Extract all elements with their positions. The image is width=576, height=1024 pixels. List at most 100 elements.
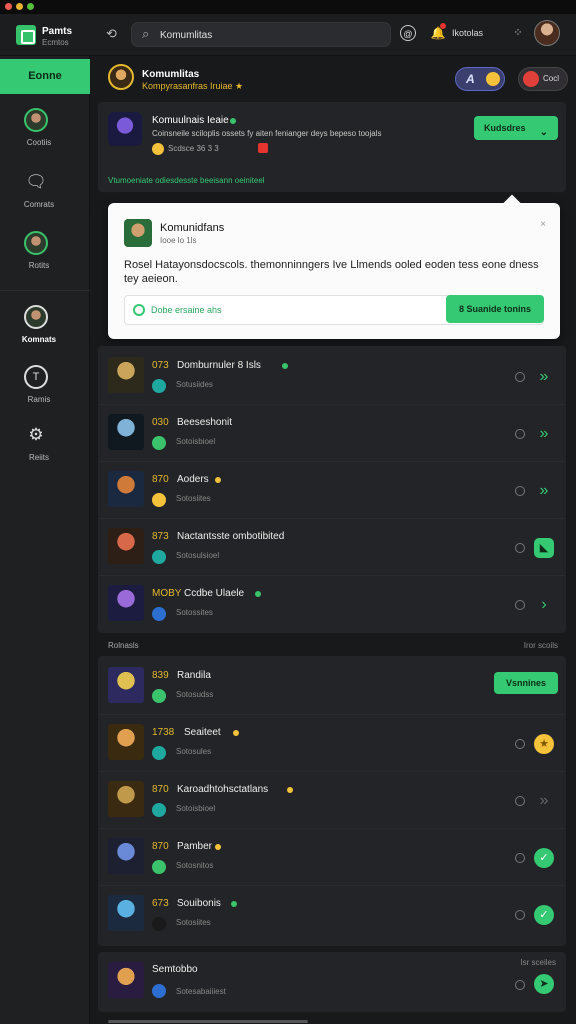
badge-icon <box>150 491 168 509</box>
double-chevron-icon[interactable]: » <box>534 367 554 387</box>
double-chevron-icon[interactable]: » <box>534 424 554 444</box>
room-subtitle: Kompyrasanfras Iruiae ★ <box>142 81 244 91</box>
badge-icon <box>150 687 168 705</box>
search-input[interactable] <box>160 27 380 43</box>
top-bar: Pamts Ecmtos ⟲ ⌕ @ 🔔 Ikotolas ⁘ <box>0 14 576 56</box>
sidebar-item-komnats[interactable]: Komnats <box>0 305 90 361</box>
profile-pill-b[interactable]: Cocl <box>518 67 568 91</box>
section-right-link[interactable]: Iror scoils <box>524 641 558 650</box>
user-avatar[interactable] <box>534 20 560 46</box>
thumbnail <box>108 962 144 998</box>
row-name[interactable]: Semtobbo <box>152 964 198 975</box>
emoji-icon <box>486 72 500 86</box>
app-logo-icon[interactable] <box>16 25 36 45</box>
badge-icon <box>150 377 168 395</box>
flag-icon <box>258 143 268 153</box>
row-radio[interactable] <box>515 429 525 439</box>
list-item[interactable]: MOBY Ccdbe Ulaele Sotossites › <box>98 576 566 633</box>
thumbnail <box>108 895 144 931</box>
list-item[interactable]: 1738 Seaiteet Sotosules ★ <box>98 715 566 772</box>
sidebar-item-comrats[interactable]: 🗨 Comrats <box>0 170 90 226</box>
status-dot <box>214 844 221 850</box>
sidebar-item-cootiis[interactable]: Cootiis <box>0 108 90 164</box>
sidebar-item-ramis[interactable]: T Ramis <box>0 365 90 421</box>
row-number: 870 <box>152 784 169 795</box>
chat-bubble-icon[interactable]: ◣ <box>534 538 554 558</box>
row-subtitle: Sotosiites <box>176 494 211 503</box>
row-radio[interactable] <box>515 739 525 749</box>
featured-avatar[interactable] <box>108 112 142 146</box>
room-avatar[interactable] <box>108 64 134 90</box>
maximize-window-button[interactable] <box>27 3 34 10</box>
row-action-button[interactable]: Vsnnines <box>494 672 558 694</box>
row-radio[interactable] <box>515 910 525 920</box>
row-name: Domburnuler 8 Isls <box>177 360 261 371</box>
pill-b-label: Cocl <box>543 74 560 83</box>
close-icon[interactable]: × <box>540 219 546 230</box>
badge-icon <box>150 434 168 452</box>
search-icon: ⌕ <box>142 26 150 41</box>
check-icon[interactable]: ✓ <box>534 848 554 868</box>
coin-icon[interactable]: ★ <box>534 734 554 754</box>
popup-pointer <box>503 194 521 212</box>
featured-action-label: Kudsdres <box>484 123 526 133</box>
row-number: MOBY <box>152 588 182 599</box>
list-item[interactable]: 870 Karoadhtohsctatlans Sotoisbioel » <box>98 772 566 829</box>
chat-bubble-icon[interactable]: ➤ <box>534 974 554 994</box>
at-sign-icon[interactable]: @ <box>400 25 416 41</box>
list-item[interactable]: 673 Souibonis Sotosiites ✓ <box>98 886 566 943</box>
double-chevron-icon[interactable]: » <box>534 791 554 811</box>
section-title: Rolnasls <box>108 641 139 650</box>
grid-menu-icon[interactable]: ⁘ <box>510 25 526 41</box>
profile-pill-a[interactable]: A <box>455 67 505 91</box>
chevron-right-icon[interactable]: › <box>534 595 554 615</box>
row-radio[interactable] <box>515 853 525 863</box>
list-item[interactable]: 839 Randila Sotosudss Vsnnines <box>98 658 566 715</box>
member-list-2: 839 Randila Sotosudss Vsnnines 1738 Seaiteet S… <box>98 656 566 946</box>
thumbnail <box>108 471 144 507</box>
row-name: Karoadhtohsctatlans <box>177 784 269 795</box>
status-dot <box>232 730 239 736</box>
promo-text[interactable]: Vtumoeniate odiesdesste beeisann oeinite… <box>108 176 265 185</box>
sidebar-item-rotits[interactable]: Rotits <box>0 231 90 287</box>
row-name: Nactantsste ombotibited <box>177 531 285 542</box>
list-item[interactable]: 873 Nactantsste ombotibited Sotosulsioel ◣ <box>98 519 566 576</box>
row-subtitle: Sotosules <box>176 747 212 756</box>
row-number: 073 <box>152 360 169 371</box>
avatar <box>24 108 48 132</box>
coin-icon <box>152 143 164 155</box>
list-item[interactable]: 870 Aoders Sotosiites » <box>98 462 566 519</box>
list-item[interactable]: 870 Pamber Sotosnitos ✓ <box>98 829 566 886</box>
close-window-button[interactable] <box>5 3 12 10</box>
row-radio[interactable] <box>515 600 525 610</box>
row-radio[interactable] <box>515 486 525 496</box>
minimize-window-button[interactable] <box>16 3 23 10</box>
sidebar-item-label: Ramis <box>27 395 51 404</box>
row-subtitle: Sotosiites <box>176 918 211 927</box>
row-radio[interactable] <box>515 543 525 553</box>
horizontal-scrollbar[interactable] <box>108 1020 308 1023</box>
online-filter-button[interactable]: Eonne <box>0 59 90 94</box>
footer-row-right[interactable]: Isr sceiles <box>520 958 556 967</box>
back-icon[interactable]: ⟲ <box>106 26 117 42</box>
sidebar-item-reiits[interactable]: ⚙ Reiits <box>0 423 90 479</box>
thumbnail <box>108 414 144 450</box>
popup-confirm-button[interactable]: 8 Suanide tonins <box>446 295 544 323</box>
row-radio[interactable] <box>515 372 525 382</box>
featured-action-button[interactable]: Kudsdres ⌄ <box>474 116 558 140</box>
popup-subtitle: Iooe lo 1ls <box>160 236 197 245</box>
double-chevron-icon[interactable]: » <box>534 481 554 501</box>
check-icon[interactable]: ✓ <box>534 905 554 925</box>
badge-icon <box>150 744 168 762</box>
featured-title: Komuulnais Ieaie <box>152 115 229 126</box>
list-item[interactable]: 030 Beeseshonit Sotoisbioel » <box>98 405 566 462</box>
search-bar[interactable]: ⌕ <box>131 22 391 47</box>
user-label[interactable]: Ikotolas <box>452 28 483 38</box>
online-status-dot <box>230 118 236 124</box>
popup-body: Rosel Hatayonsdocscols. themonninngers I… <box>124 259 539 285</box>
list-item[interactable]: 073 Domburnuler 8 Isls Sotusiides » <box>98 348 566 405</box>
row-radio[interactable] <box>515 796 525 806</box>
pill-a-label: A <box>466 72 475 86</box>
row-radio[interactable] <box>515 980 525 990</box>
thumbnail <box>108 585 144 621</box>
